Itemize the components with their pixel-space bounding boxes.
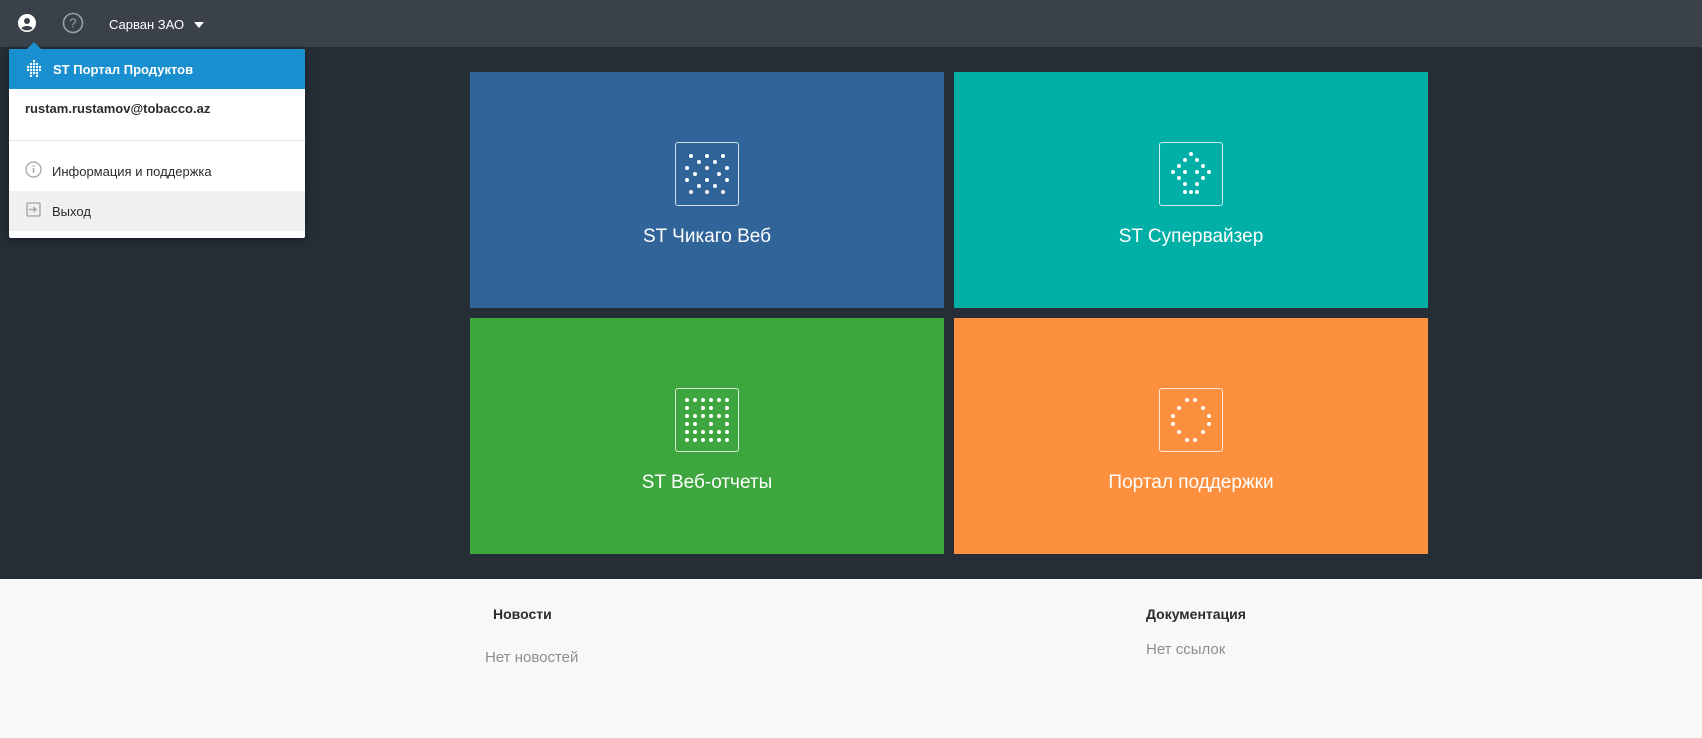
chevron-down-icon: [194, 21, 205, 28]
menu-item-label: Выход: [52, 203, 91, 219]
info-section: Новости Нет новостей Документация Нет сс…: [0, 579, 1702, 738]
tile-label: ST Веб-отчеты: [641, 472, 773, 493]
docs-empty-text: Нет ссылок: [1146, 641, 1226, 658]
portal-title: ST Портал Продуктов: [53, 61, 194, 77]
chicago-dots-icon: [675, 142, 739, 206]
dropdown-arrow: [27, 42, 41, 49]
svg-text:?: ?: [69, 16, 76, 31]
tile-label: ST Супервайзер: [1118, 226, 1264, 247]
supervisor-dots-icon: [1159, 142, 1223, 206]
info-icon: [25, 161, 42, 181]
docs-title: Документация: [1146, 606, 1246, 622]
organization-name: Сарван ЗАО: [109, 16, 185, 32]
menu-item-label: Информация и поддержка: [52, 163, 212, 179]
menu-item-info-support[interactable]: Информация и поддержка: [9, 151, 305, 191]
tile-chicago-web[interactable]: ST Чикаго Веб: [470, 72, 944, 308]
logout-icon: [25, 201, 42, 221]
tile-support-portal[interactable]: Портал поддержки: [954, 318, 1428, 554]
divider: [9, 141, 305, 151]
portal-header[interactable]: ST Портал Продуктов: [9, 49, 305, 89]
news-title: Новости: [493, 606, 552, 622]
reports-dots-icon: [675, 388, 739, 452]
tile-web-reports[interactable]: ST Веб-отчеты: [470, 318, 944, 554]
tile-supervisor[interactable]: ST Супервайзер: [954, 72, 1428, 308]
tile-label: ST Чикаго Веб: [642, 226, 772, 247]
top-bar: ? Сарван ЗАО: [0, 0, 1702, 47]
news-empty-text: Нет новостей: [485, 649, 579, 666]
user-email: rustam.rustamov@tobacco.az: [9, 89, 305, 141]
support-dots-icon: [1159, 388, 1223, 452]
portal-logo-icon: [25, 59, 43, 80]
user-dropdown-menu: ST Портал Продуктов rustam.rustamov@toba…: [9, 42, 305, 238]
user-circle-icon[interactable]: [16, 12, 38, 34]
question-circle-icon[interactable]: ?: [62, 12, 84, 34]
organization-selector[interactable]: Сарван ЗАО: [109, 14, 205, 34]
menu-item-logout[interactable]: Выход: [9, 191, 305, 231]
tile-label: Портал поддержки: [1108, 472, 1274, 493]
